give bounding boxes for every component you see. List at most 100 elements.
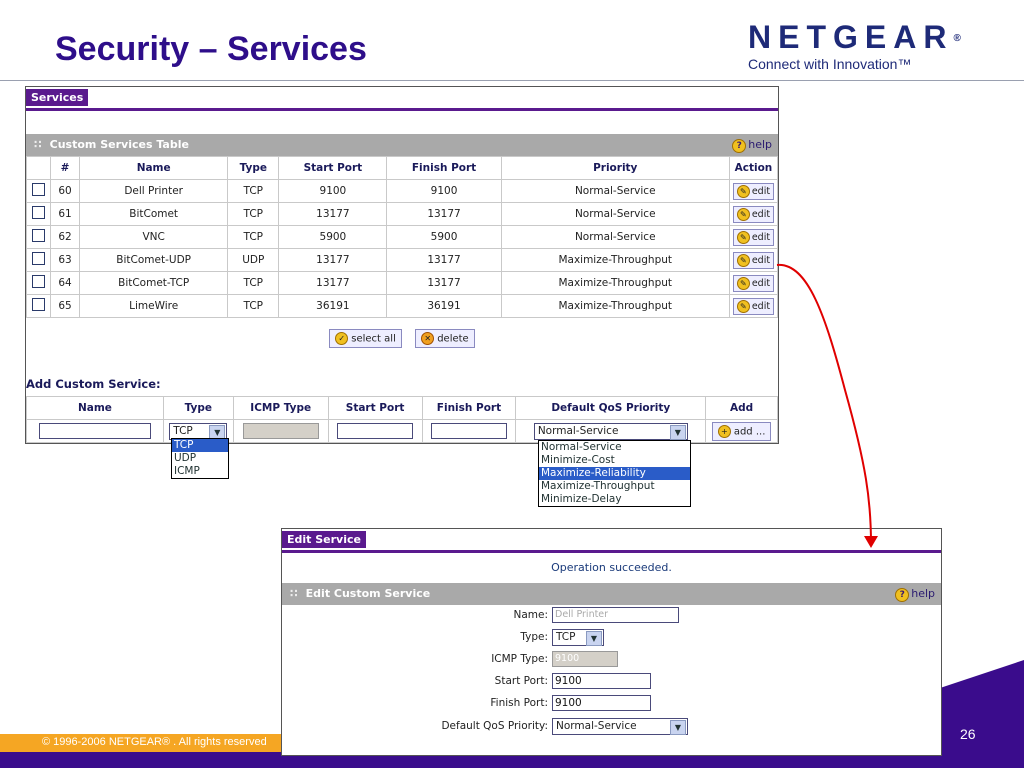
add-start-input[interactable] xyxy=(337,423,414,439)
cell-priority: Maximize-Throughput xyxy=(500,271,730,295)
type-option-tcp[interactable]: TCP xyxy=(172,439,228,452)
type-option-udp[interactable]: UDP xyxy=(172,452,228,465)
add-finish-input[interactable] xyxy=(430,423,507,439)
col-action: Action xyxy=(728,156,779,180)
select-all-button[interactable]: ✓ select all xyxy=(329,329,402,348)
edit-button[interactable]: ✎ edit xyxy=(732,251,775,269)
edit-qos-select[interactable]: Normal-Service ▼ xyxy=(552,718,688,735)
col-select xyxy=(25,156,52,180)
header-divider xyxy=(0,80,1024,81)
row-checkbox[interactable] xyxy=(32,252,46,265)
delete-label: delete xyxy=(437,333,469,345)
custom-services-title: Custom Services Table xyxy=(49,138,189,151)
add-qos-select[interactable]: Normal-Service ▼ xyxy=(533,422,688,440)
table-header-row: # Name Type Start Port Finish Port Prior… xyxy=(25,156,779,180)
label-icmp: ICMP Type: xyxy=(491,653,548,665)
add-icmp-input xyxy=(242,423,319,439)
cell-start-port: 9100 xyxy=(278,179,388,203)
row-checkbox[interactable] xyxy=(32,206,46,219)
qos-option-normal[interactable]: Normal-Service xyxy=(539,441,690,454)
qos-dropdown-list: Normal-Service Minimize-Cost Maximize-Re… xyxy=(538,440,691,507)
edit-type-value: TCP xyxy=(556,631,576,643)
edit-finish-input[interactable]: 9100 xyxy=(552,695,651,711)
edit-type-select[interactable]: TCP ▼ xyxy=(552,629,604,646)
grid-icon: ∷ xyxy=(290,587,298,600)
table-row: 62 VNC TCP 5900 5900 Normal-Service ✎ edit xyxy=(25,225,779,249)
cell-priority: Normal-Service xyxy=(500,179,730,203)
cell-type: TCP xyxy=(227,179,280,203)
add-col-qos: Default QoS Priority xyxy=(515,396,707,420)
type-option-icmp[interactable]: ICMP xyxy=(172,465,228,478)
add-button[interactable]: + add ... xyxy=(711,421,772,441)
cell-num: 64 xyxy=(50,271,81,295)
add-name-input[interactable] xyxy=(38,423,151,439)
cell-type: TCP xyxy=(227,202,280,226)
help-link[interactable]: ? help xyxy=(732,134,772,156)
edit-start-input[interactable]: 9100 xyxy=(552,673,651,689)
cell-priority: Normal-Service xyxy=(500,202,730,226)
qos-option-max-throughput[interactable]: Maximize-Throughput xyxy=(539,480,690,493)
edit-button[interactable]: ✎ edit xyxy=(732,228,775,246)
add-col-type: Type xyxy=(162,396,234,420)
cell-name: BitComet-TCP xyxy=(79,271,229,295)
custom-services-header: ∷ Custom Services Table ? help xyxy=(26,134,778,156)
row-checkbox[interactable] xyxy=(32,298,46,311)
edit-name-input[interactable]: Dell Printer xyxy=(552,607,679,623)
table-actions: ✓ select all ✕ delete xyxy=(26,329,778,348)
cell-num: 62 xyxy=(50,225,81,249)
col-start-port: Start Port xyxy=(278,156,388,180)
registered-mark: ® xyxy=(953,33,961,44)
select-all-label: select all xyxy=(351,333,396,345)
check-icon: ✓ xyxy=(335,332,349,345)
services-tab[interactable]: Services xyxy=(26,89,89,106)
col-name: Name xyxy=(79,156,229,180)
edit-service-tab[interactable]: Edit Service xyxy=(282,531,366,548)
logo-tagline: Connect with Innovation™ xyxy=(748,56,912,72)
row-checkbox[interactable] xyxy=(32,229,46,242)
edit-button[interactable]: ✎ edit xyxy=(732,297,775,315)
add-name-cell xyxy=(26,419,164,443)
row-checkbox-cell xyxy=(25,294,52,318)
type-dropdown-list: TCP UDP ICMP xyxy=(171,438,229,479)
cell-num: 60 xyxy=(50,179,81,203)
cell-action: ✎ edit xyxy=(728,248,779,272)
edit-help-link[interactable]: ? help xyxy=(895,583,935,605)
cell-start-port: 13177 xyxy=(278,271,388,295)
col-finish-port: Finish Port xyxy=(386,156,502,180)
table-row: 64 BitComet-TCP TCP 13177 13177 Maximize-Thro… xyxy=(25,271,779,295)
delete-button[interactable]: ✕ delete xyxy=(415,329,475,348)
edit-button[interactable]: ✎ edit xyxy=(732,274,775,292)
edit-label: edit xyxy=(751,208,771,220)
cell-num: 61 xyxy=(50,202,81,226)
cell-action: ✎ edit xyxy=(728,179,779,203)
cell-type: UDP xyxy=(227,248,280,272)
cell-action: ✎ edit xyxy=(728,202,779,226)
qos-option-min-cost[interactable]: Minimize-Cost xyxy=(539,454,690,467)
row-checkbox[interactable] xyxy=(32,275,46,288)
edit-label: edit xyxy=(751,185,771,197)
cell-name: BitComet xyxy=(79,202,229,226)
edit-button[interactable]: ✎ edit xyxy=(732,205,775,223)
row-checkbox[interactable] xyxy=(32,183,46,196)
chevron-down-icon: ▼ xyxy=(670,720,686,735)
cell-finish-port: 13177 xyxy=(386,202,502,226)
cell-num: 63 xyxy=(50,248,81,272)
qos-option-max-reliability[interactable]: Maximize-Reliability xyxy=(539,467,690,480)
cell-name: VNC xyxy=(79,225,229,249)
add-header-row: Name Type ICMP Type Start Port Finish Po… xyxy=(26,396,778,420)
netgear-logo: NETGEAR® Connect with Innovation™ xyxy=(748,20,961,72)
row-checkbox-cell xyxy=(25,225,52,249)
add-type-select[interactable]: TCP ▼ xyxy=(169,422,228,440)
help-label: help xyxy=(748,138,772,151)
edit-button[interactable]: ✎ edit xyxy=(732,182,775,200)
row-checkbox-cell xyxy=(25,271,52,295)
cell-finish-port: 9100 xyxy=(386,179,502,203)
edit-label: edit xyxy=(751,277,771,289)
cell-priority: Normal-Service xyxy=(500,225,730,249)
cell-name: BitComet-UDP xyxy=(79,248,229,272)
cell-finish-port: 13177 xyxy=(386,248,502,272)
qos-option-min-delay[interactable]: Minimize-Delay xyxy=(539,493,690,506)
help-icon: ? xyxy=(895,588,910,602)
label-name: Name: xyxy=(513,609,548,621)
custom-services-table: # Name Type Start Port Finish Port Prior… xyxy=(25,156,779,318)
